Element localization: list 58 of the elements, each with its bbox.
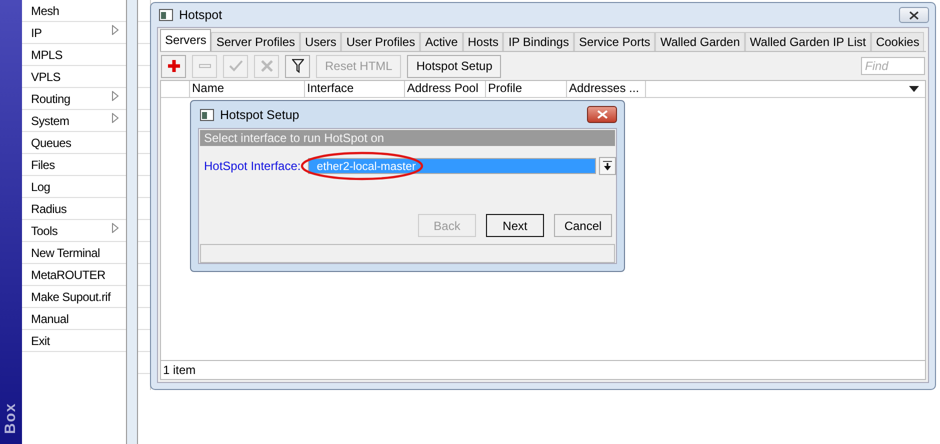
checkmark-icon	[228, 60, 242, 72]
minus-icon	[198, 64, 210, 68]
menu-item[interactable]: MetaROUTER	[22, 264, 126, 286]
tab[interactable]: User Profiles	[341, 32, 420, 51]
filter-icon	[292, 59, 304, 73]
window-title: Hotspot	[179, 8, 222, 22]
column-header[interactable]: Interface	[305, 81, 405, 97]
menu-item[interactable]: Log	[22, 176, 126, 198]
toolbar-button[interactable]: Hotspot Setup	[407, 54, 502, 78]
tab[interactable]: Server Profiles	[211, 32, 300, 51]
down-arrow-icon	[603, 161, 612, 171]
menu-item[interactable]: Files	[22, 154, 126, 176]
column-header[interactable]: Profile	[486, 81, 567, 97]
close-button[interactable]	[587, 106, 617, 123]
dialog-title: Hotspot Setup	[220, 108, 300, 122]
column-header[interactable]: Address Pool	[405, 81, 486, 97]
cross-icon	[260, 60, 272, 72]
tab[interactable]: Walled Garden	[655, 32, 745, 51]
tab[interactable]: Cookies	[870, 32, 924, 51]
tab[interactable]: Hosts	[462, 32, 504, 51]
menu-item[interactable]: Make Supout.rif	[22, 286, 126, 308]
close-icon	[909, 10, 919, 20]
dropdown-button[interactable]	[599, 157, 616, 175]
tab[interactable]: Service Ports	[574, 32, 656, 51]
filter-button[interactable]	[285, 54, 310, 78]
dialog-button[interactable]: Cancel	[554, 214, 612, 237]
window-icon	[159, 9, 173, 21]
field-label: HotSpot Interface:	[204, 159, 301, 173]
brand-text: Box	[2, 402, 19, 434]
dialog-button[interactable]: Next	[486, 214, 544, 237]
menu-item[interactable]: IP	[22, 22, 126, 44]
menu-item[interactable]: Manual	[22, 308, 126, 330]
menu-item[interactable]: Queues	[22, 132, 126, 154]
menu-item[interactable]: System	[22, 110, 126, 132]
close-button[interactable]	[899, 7, 929, 23]
menu-item[interactable]: Mesh	[22, 0, 126, 22]
tab[interactable]: IP Bindings	[503, 32, 574, 51]
find-field[interactable]: Find	[861, 57, 925, 75]
menu-item[interactable]: Routing	[22, 88, 126, 110]
menu-item[interactable]: Tools	[22, 220, 126, 242]
tab[interactable]: Users	[300, 32, 342, 51]
window-icon	[200, 108, 214, 120]
status-text: 1 item	[163, 363, 196, 377]
add-button[interactable]	[161, 54, 186, 78]
menu-item[interactable]: New Terminal	[22, 242, 126, 264]
menu-item[interactable]: Radius	[22, 198, 126, 220]
tab[interactable]: Servers	[160, 29, 212, 51]
close-icon	[596, 110, 608, 119]
instruction-text: Select interface to run HotSpot on	[204, 131, 384, 145]
tab[interactable]: Active	[420, 32, 463, 51]
plus-icon	[168, 60, 180, 72]
tab[interactable]: Walled Garden IP List	[744, 32, 871, 51]
dropdown-arrow-icon[interactable]	[909, 86, 919, 92]
column-header[interactable]: Addresses ...	[567, 81, 646, 97]
menu-item[interactable]: Exit	[22, 330, 126, 352]
column-header[interactable]: Name	[190, 81, 305, 97]
menu-item[interactable]: MPLS	[22, 44, 126, 66]
menu-item[interactable]: VPLS	[22, 66, 126, 88]
